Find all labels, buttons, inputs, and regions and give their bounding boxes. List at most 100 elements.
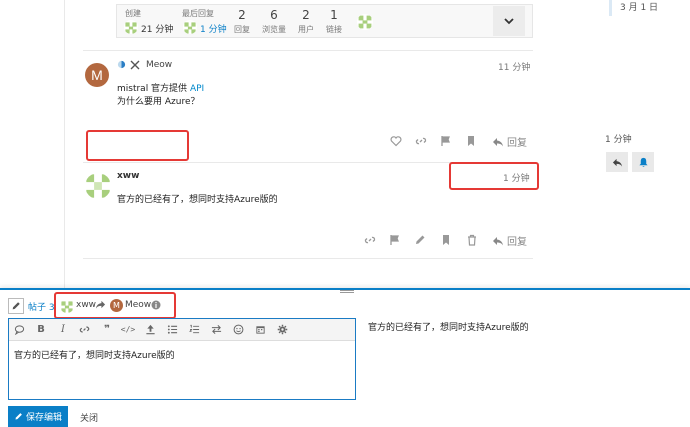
views-count: 6 <box>270 8 278 22</box>
replies-count: 2 <box>238 8 246 22</box>
bookmark-icon <box>443 235 449 245</box>
api-link[interactable]: API <box>190 84 204 94</box>
edit-button[interactable] <box>414 234 426 246</box>
replies-label: 回复 <box>234 25 250 34</box>
flag-icon <box>441 136 450 146</box>
reply-label: 回复 <box>507 138 527 149</box>
italic-button[interactable]: I <box>56 322 70 336</box>
flag-button[interactable] <box>389 234 401 246</box>
options-button[interactable] <box>275 322 289 336</box>
copy-link-button[interactable] <box>364 234 376 246</box>
timeline-scroll-track[interactable] <box>609 0 612 16</box>
editing-post-label[interactable]: 帖子 3 <box>28 300 55 313</box>
reply-icon <box>612 158 622 167</box>
link-icon <box>79 326 89 332</box>
bullet-list-button[interactable] <box>165 322 179 336</box>
views-label: 浏览量 <box>262 25 286 34</box>
hyperlink-button[interactable] <box>77 322 91 336</box>
calendar-icon <box>255 325 265 334</box>
reply-button[interactable]: 回复 <box>492 233 527 248</box>
topic-page: 创建 21 分钟 最后回复 1 分钟 2 回复 6 浏览量 2 用户 1 链接 … <box>0 0 690 427</box>
bookmark-button[interactable] <box>465 135 477 147</box>
crossed-swords-icon <box>130 60 140 70</box>
chevron-down-icon <box>504 18 514 25</box>
text-direction-button[interactable] <box>209 322 223 336</box>
post-username[interactable]: xww <box>117 171 139 181</box>
bell-icon <box>638 157 648 167</box>
pencil-icon <box>416 235 425 244</box>
timeline-reply-button[interactable] <box>606 152 628 172</box>
bookmark-button[interactable] <box>440 234 452 246</box>
like-button[interactable] <box>390 135 402 147</box>
smiley-icon <box>233 324 243 334</box>
numbered-list-icon <box>188 324 199 333</box>
bullet-list-icon <box>167 324 177 334</box>
date-button[interactable] <box>253 322 267 336</box>
post-divider <box>83 50 533 51</box>
link-icon <box>415 137 427 145</box>
reply-label: 回复 <box>507 237 527 248</box>
users-count: 2 <box>302 8 310 22</box>
last-reply-value[interactable]: 1 分钟 <box>200 22 227 35</box>
post-body: 官方的已经有了，想同时支持Azure版的 <box>117 195 278 205</box>
bold-icon: B <box>37 323 45 335</box>
editor-textarea[interactable]: 官方的已经有了，想同时支持Azure版的 <box>14 348 175 361</box>
post-username[interactable]: Meow <box>146 60 172 70</box>
save-edit-button[interactable]: 保存编辑 <box>8 406 68 427</box>
preview-pane: 官方的已经有了，想同时支持Azure版的 <box>368 323 529 333</box>
flag-icon <box>390 235 399 245</box>
timeline-date: 3 月 1 日 <box>620 3 659 13</box>
half-moon-icon <box>117 60 126 69</box>
quote-icon: ❞ <box>104 323 110 335</box>
expand-summary-button[interactable] <box>493 6 525 36</box>
users-label: 用户 <box>298 25 314 34</box>
post-divider <box>83 258 533 259</box>
pencil-icon <box>12 302 20 310</box>
created-label: 创建 <box>125 9 141 18</box>
bold-button[interactable]: B <box>34 322 48 336</box>
numbered-list-button[interactable] <box>187 322 201 336</box>
pencil-icon <box>15 413 22 420</box>
highlight-box-time <box>449 162 539 190</box>
speech-bubble-icon <box>14 324 24 335</box>
emoji-button[interactable] <box>231 322 245 336</box>
flag-button[interactable] <box>440 135 452 147</box>
code-button[interactable]: </> <box>121 322 135 336</box>
italic-icon: I <box>61 323 65 335</box>
quote-bubble-button[interactable] <box>12 322 26 336</box>
participant-avatar[interactable] <box>357 14 373 30</box>
close-composer-link[interactable]: 关闭 <box>80 411 98 424</box>
timeline-time: 1 分钟 <box>605 135 632 145</box>
composer-action-button[interactable] <box>8 298 24 314</box>
trash-icon <box>468 234 476 246</box>
upload-button[interactable] <box>143 322 157 336</box>
last-reply-label: 最后回复 <box>182 9 214 18</box>
gear-icon <box>277 324 287 334</box>
highlight-box-empty <box>86 130 189 161</box>
heart-icon <box>390 136 402 147</box>
code-icon: </> <box>120 324 136 334</box>
meow-avatar[interactable]: M <box>85 63 109 87</box>
copy-link-button[interactable] <box>415 135 427 147</box>
reply-icon <box>493 236 503 245</box>
creator-avatar[interactable] <box>124 20 138 34</box>
swap-arrows-icon <box>211 324 221 334</box>
bookmark-icon <box>468 136 474 146</box>
blockquote-button[interactable]: ❞ <box>100 322 114 336</box>
topic-stats-bar: 创建 21 分钟 最后回复 1 分钟 2 回复 6 浏览量 2 用户 1 链接 <box>116 4 533 38</box>
link-icon <box>364 236 376 244</box>
upload-icon <box>145 324 155 334</box>
last-reply-avatar[interactable] <box>183 20 197 34</box>
left-divider-line <box>64 0 65 290</box>
reply-icon <box>493 137 503 146</box>
delete-button[interactable] <box>466 234 478 246</box>
notification-bell-button[interactable] <box>632 152 654 172</box>
links-label: 链接 <box>326 25 342 34</box>
highlight-box-reply-target <box>54 292 176 319</box>
post-time[interactable]: 11 分钟 <box>498 60 530 73</box>
xww-avatar[interactable] <box>85 173 111 199</box>
reply-button[interactable]: 回复 <box>492 134 527 149</box>
links-count: 1 <box>330 8 338 22</box>
post-body-line1: mistral 官方提供 API <box>117 84 205 94</box>
composer-resize-grip[interactable] <box>340 290 354 293</box>
